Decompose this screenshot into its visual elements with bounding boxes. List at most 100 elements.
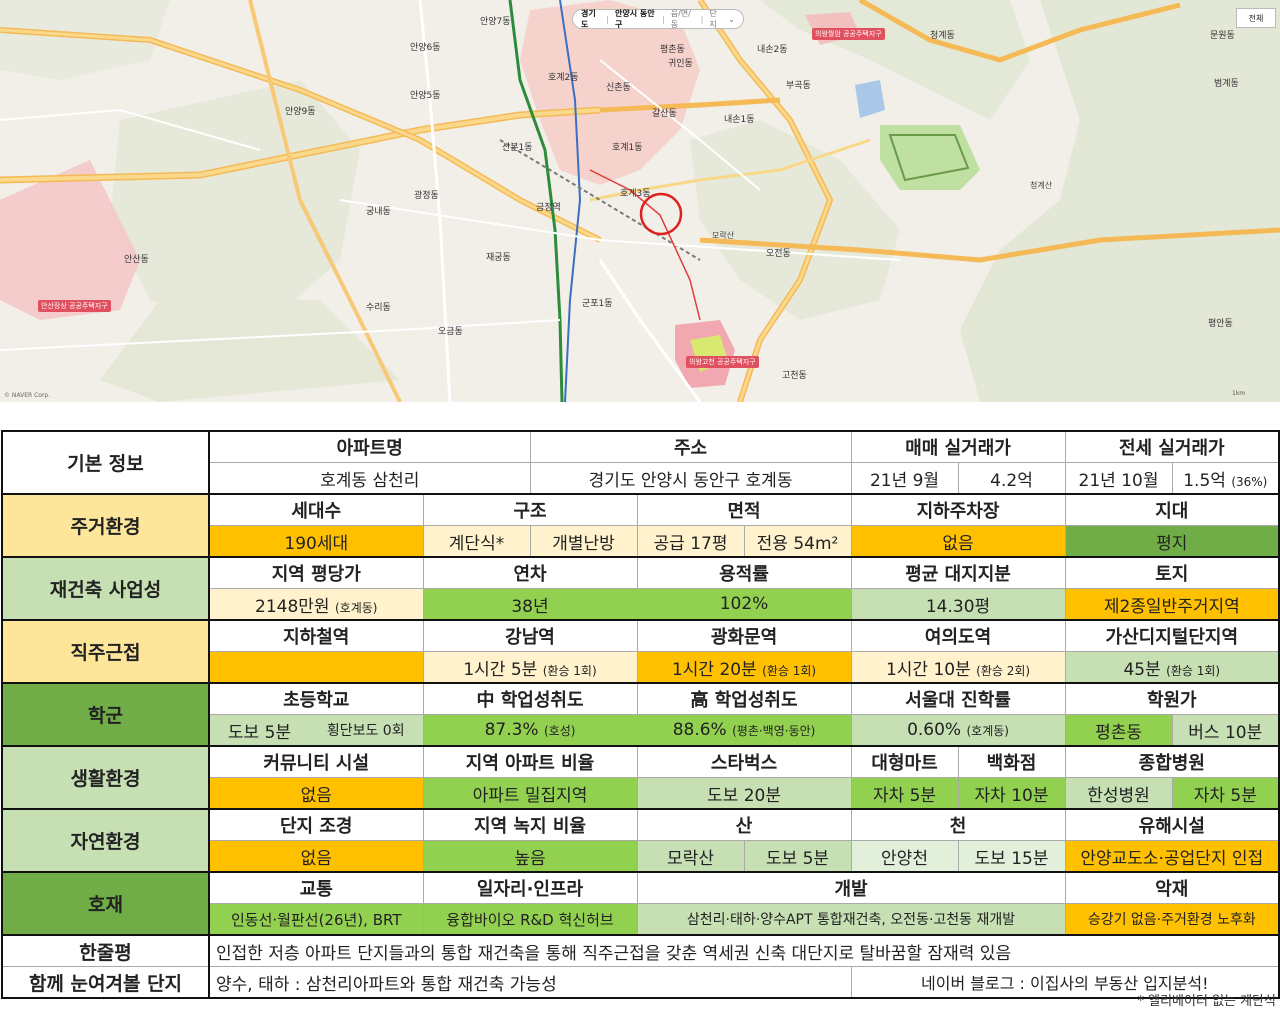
header-gangnam: 강남역 <box>422 619 638 652</box>
map-label: 금정역 <box>536 203 561 213</box>
gasan-time: 45분 <box>1123 659 1161 680</box>
header-yeouido: 여의도역 <box>850 619 1066 652</box>
parking: 없음 <box>850 525 1066 558</box>
header-far: 용적률 <box>636 556 852 589</box>
category-summary: 한줄평 <box>1 934 210 967</box>
analysis-table: 기본 정보 아파트명 주소 매매 실거래가 전세 실거래가 호계동 삼천리 경기… <box>1 430 1280 999</box>
jobs: 융합바이오 R&D 혁신허브 <box>422 903 638 936</box>
high-cell: 88.6% (평촌·백영·동안) <box>636 714 852 747</box>
map-label: 오전동 <box>766 249 791 259</box>
terrain: 평지 <box>1064 525 1280 558</box>
header-jobs: 일자리·인프라 <box>422 871 638 904</box>
zone-label: 안산장상 공공주택지구 <box>38 300 111 312</box>
map-region-search-bar[interactable]: 경기도 | 안양시 동안구 | 읍/면/동 | 단지 ⌄ <box>572 9 744 29</box>
watch-text: 양수, 태하 : 삼천리아파트와 통합 재건축 가능성 <box>208 966 852 999</box>
category-watch: 함께 눈여겨볼 단지 <box>1 966 210 999</box>
header-stream: 천 <box>850 808 1066 841</box>
map-label: 안양7동 <box>480 17 511 27</box>
summary-text: 인접한 저층 아파트 단지들과의 통합 재건축을 통해 직주근접을 갖춘 역세권… <box>208 934 1280 967</box>
header-sale-price: 매매 실거래가 <box>850 430 1066 463</box>
header-landscape: 단지 조경 <box>208 808 424 841</box>
development: 삼천리·태하·양수APT 통합재건축, 오전동·고천동 재개발 <box>636 903 1066 936</box>
map-label: 오금동 <box>438 327 463 337</box>
negatives: 승강기 없음·주거환경 노후화 <box>1064 903 1280 936</box>
map-region-province[interactable]: 경기도 <box>581 8 600 30</box>
header-green-ratio: 지역 녹지 비율 <box>422 808 638 841</box>
chevron-down-icon[interactable]: ⌄ <box>728 15 735 24</box>
zoning: 제2종일반주거지역 <box>1064 588 1280 621</box>
hospital-name: 한성병원 <box>1064 777 1173 810</box>
header-apt-ratio: 지역 아파트 비율 <box>422 745 638 778</box>
land-share: 14.30평 <box>850 588 1066 621</box>
households: 190세대 <box>208 525 424 558</box>
map-canvas <box>0 0 1280 402</box>
map-label: 수리동 <box>366 303 391 313</box>
building-age: 38년 <box>422 588 638 621</box>
header-area: 면적 <box>636 493 852 526</box>
map-scale: 1km <box>1232 390 1246 397</box>
map-label: 안양9동 <box>285 107 316 117</box>
header-age: 연차 <box>422 556 638 589</box>
zone-label: 의왕고천 공공주택지구 <box>686 356 759 368</box>
header-starbucks: 스타벅스 <box>636 745 852 778</box>
header-hospital: 종합병원 <box>1064 745 1280 778</box>
header-parking: 지하주차장 <box>850 493 1066 526</box>
header-development: 개발 <box>636 871 1066 904</box>
header-middle: 中 학업성취도 <box>422 682 638 715</box>
exclusive-area: 전용 54m² <box>743 525 852 558</box>
map-label: 광정동 <box>414 191 439 201</box>
gangnam-time: 1시간 5분 <box>463 659 538 680</box>
map-region-city[interactable]: 안양시 동안구 <box>615 8 656 30</box>
header-elementary: 초등학교 <box>208 682 424 715</box>
location-map[interactable]: 경기도 | 안양시 동안구 | 읍/면/동 | 단지 ⌄ 전체 안양7동 안양6… <box>0 0 1280 402</box>
yeouido-cell: 1시간 10분 (환승 2회) <box>850 651 1066 684</box>
header-terrain: 지대 <box>1064 493 1280 526</box>
map-full-toggle[interactable]: 전체 <box>1236 8 1276 28</box>
category-housing: 주거환경 <box>1 493 210 558</box>
header-community: 커뮤니티 시설 <box>208 745 424 778</box>
rent-price: 1.5억 <box>1183 470 1226 491</box>
sale-date: 21년 9월 <box>850 462 959 495</box>
zone-label: 의왕월암 공공주택지구 <box>812 28 885 40</box>
structure-type: 계단식* <box>422 525 531 558</box>
header-department: 백화점 <box>957 745 1066 778</box>
apartment-name: 호계동 삼천리 <box>208 462 531 495</box>
rent-price-cell: 1.5억 (36%) <box>1171 462 1280 495</box>
target-circle <box>639 192 683 236</box>
snu-note: (호계동) <box>966 724 1009 738</box>
gwanghwamun-time: 1시간 20분 <box>671 659 757 680</box>
map-label: 평촌동 <box>660 45 685 55</box>
green-ratio: 높음 <box>422 840 638 873</box>
header-hazard: 유해시설 <box>1064 808 1280 841</box>
elementary-walk: 도보 5분 <box>227 722 292 743</box>
transport: 인동선·월판선(26년), BRT <box>208 903 424 936</box>
academy-bus: 버스 10분 <box>1171 714 1280 747</box>
floor-area-ratio: 102% <box>636 588 852 621</box>
map-label: 군포1동 <box>582 299 613 309</box>
category-nature: 자연환경 <box>1 808 210 873</box>
header-rent-price: 전세 실거래가 <box>1064 430 1280 463</box>
header-zoning: 토지 <box>1064 556 1280 589</box>
header-mountain: 산 <box>636 808 852 841</box>
gwanghwamun-note: (환승 1회) <box>762 663 817 678</box>
gangnam-cell: 1시간 5분 (환승 1회) <box>422 651 638 684</box>
header-structure: 구조 <box>422 493 638 526</box>
category-school: 학군 <box>1 682 210 747</box>
header-apartment: 아파트명 <box>208 430 531 463</box>
map-label: 호계2동 <box>548 73 579 83</box>
map-region-complex[interactable]: 단지 <box>709 8 722 30</box>
mountain-name: 모락산 <box>636 840 745 873</box>
map-region-dong[interactable]: 읍/면/동 <box>671 8 695 30</box>
category-commute: 직주근접 <box>1 619 210 684</box>
middle-note: (호성) <box>543 724 576 738</box>
hospital-distance: 자차 5분 <box>1171 777 1280 810</box>
map-label: 안양5동 <box>410 91 441 101</box>
apartment-address: 경기도 안양시 동안구 호계동 <box>529 462 852 495</box>
rent-ratio: (36%) <box>1231 474 1268 489</box>
map-label: 내손2동 <box>757 45 788 55</box>
snu-rate: 0.60% <box>907 720 962 740</box>
map-label: 모락산 <box>712 231 735 240</box>
gasan-cell: 45분 (환승 1회) <box>1064 651 1280 684</box>
header-mart: 대형마트 <box>850 745 959 778</box>
map-label: 부곡동 <box>786 81 811 91</box>
